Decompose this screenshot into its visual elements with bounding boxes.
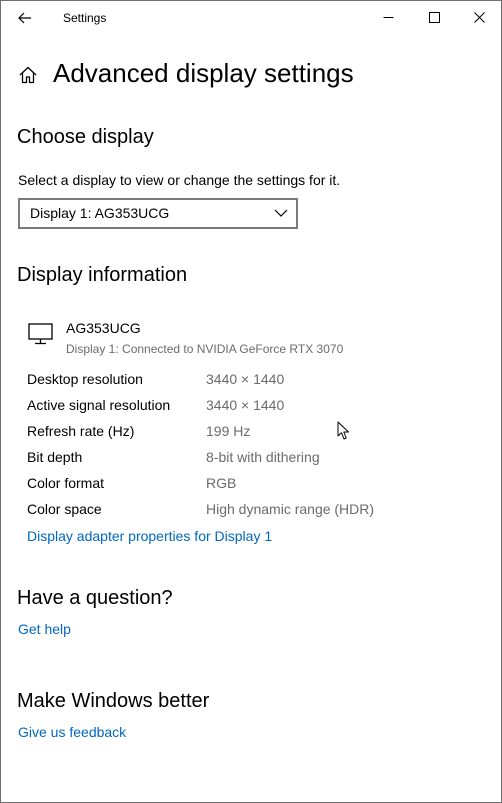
chevron-down-icon (274, 209, 288, 217)
info-value: 3440 × 1440 (206, 397, 285, 413)
maximize-icon (428, 12, 440, 23)
make-windows-better-heading: Make Windows better (17, 690, 210, 712)
window-title: Settings (63, 11, 107, 25)
info-label: Color format (27, 475, 105, 491)
info-value: 3440 × 1440 (206, 371, 285, 387)
info-row-color-format: Color format RGB (27, 475, 487, 495)
info-row-active-signal-resolution: Active signal resolution 3440 × 1440 (27, 397, 487, 417)
info-row-color-space: Color space High dynamic range (HDR) (27, 501, 487, 521)
display-select[interactable]: Display 1: AG353UCG (18, 198, 298, 229)
settings-window: Settings Advanced display settings Choos… (0, 0, 502, 803)
info-label: Active signal resolution (27, 397, 171, 413)
home-icon[interactable] (18, 65, 38, 85)
info-row-refresh-rate: Refresh rate (Hz) 199 Hz (27, 423, 487, 443)
display-information-heading: Display information (17, 264, 188, 286)
display-select-value: Display 1: AG353UCG (30, 205, 170, 221)
info-label: Bit depth (27, 449, 83, 465)
choose-display-heading: Choose display (17, 126, 154, 148)
info-value: RGB (206, 475, 237, 491)
info-value: 8-bit with dithering (206, 449, 320, 465)
display-adapter-properties-link[interactable]: Display adapter properties for Display 1 (27, 528, 272, 544)
info-label: Color space (27, 501, 102, 517)
monitor-icon (28, 323, 53, 345)
maximize-button[interactable] (411, 1, 457, 34)
back-button[interactable] (9, 5, 41, 31)
minimize-icon (383, 17, 393, 18)
title-bar: Settings (1, 1, 501, 35)
monitor-name: AG353UCG (66, 320, 141, 336)
close-button[interactable] (456, 1, 501, 34)
info-value: 199 Hz (206, 423, 251, 439)
info-value: High dynamic range (HDR) (206, 501, 375, 517)
info-row-bit-depth: Bit depth 8-bit with dithering (27, 449, 487, 469)
close-icon (473, 12, 485, 23)
page-title: Advanced display settings (53, 58, 354, 88)
monitor-description: Display 1: Connected to NVIDIA GeForce R… (66, 342, 344, 356)
info-label: Refresh rate (Hz) (27, 423, 135, 439)
have-a-question-heading: Have a question? (17, 587, 173, 609)
info-row-desktop-resolution: Desktop resolution 3440 × 1440 (27, 371, 487, 391)
give-feedback-link[interactable]: Give us feedback (18, 724, 126, 740)
mouse-cursor-icon (337, 421, 349, 440)
back-arrow-icon (18, 12, 31, 24)
info-label: Desktop resolution (27, 371, 143, 387)
minimize-button[interactable] (365, 1, 411, 34)
choose-display-label: Select a display to view or change the s… (18, 172, 341, 188)
get-help-link[interactable]: Get help (18, 621, 71, 637)
